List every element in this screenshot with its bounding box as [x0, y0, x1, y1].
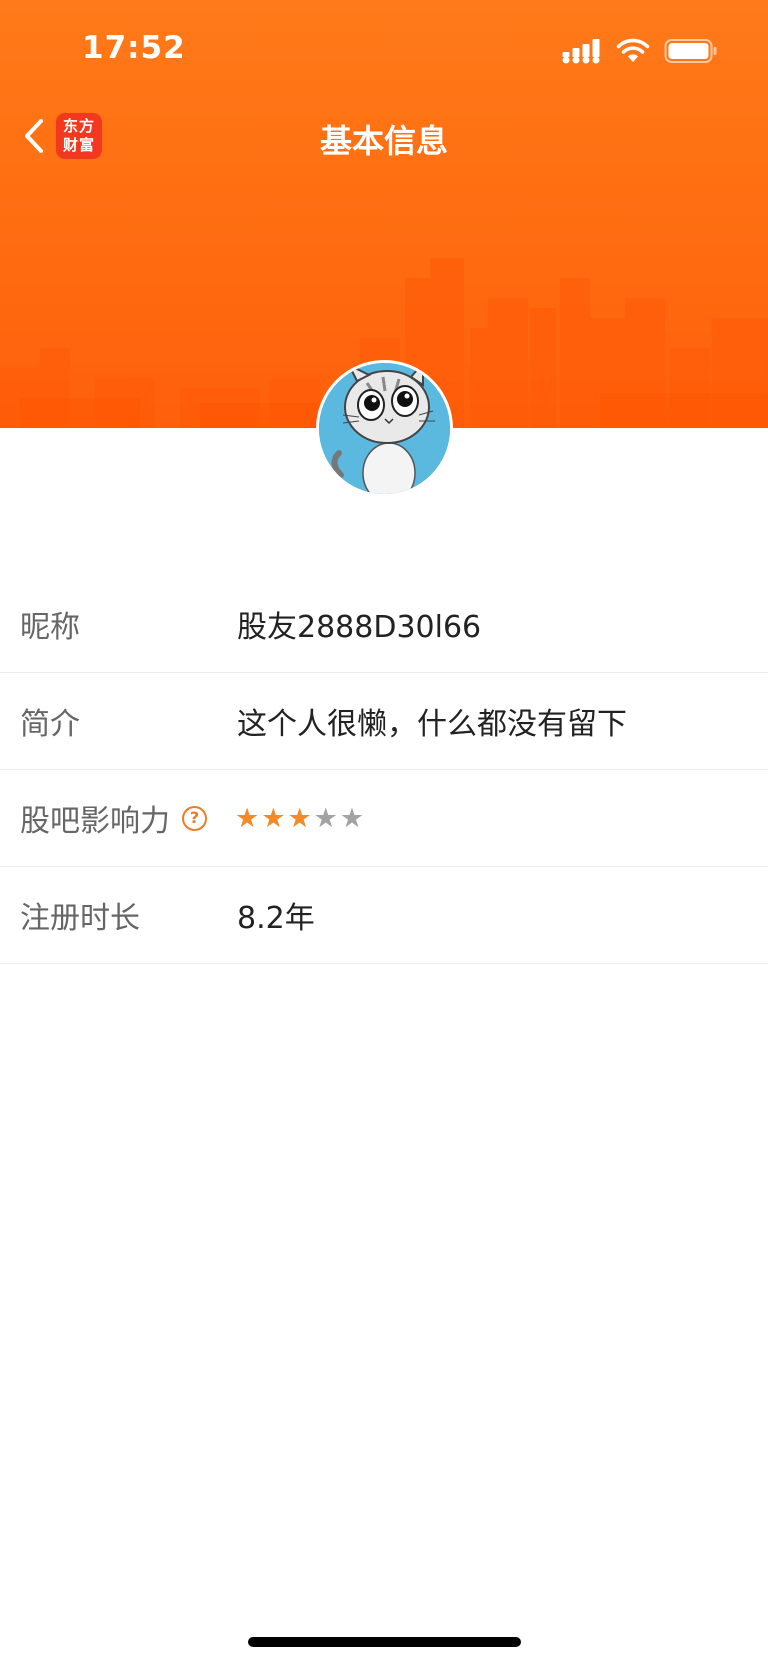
registration-label: 注册时长	[20, 901, 140, 936]
battery-icon	[664, 39, 717, 63]
info-row-influence: 股吧影响力 ? ★ ★ ★ ★ ★	[0, 770, 768, 867]
influence-label-group: 股吧影响力 ?	[20, 796, 207, 840]
bio-value: 这个人很懒，什么都没有留下	[237, 707, 627, 742]
registration-value: 8.2年	[237, 901, 315, 936]
info-row-registration: 注册时长 8.2年	[0, 867, 768, 964]
star-filled-icon: ★	[261, 802, 286, 834]
star-filled-icon: ★	[287, 802, 312, 834]
profile-info-list: 昵称 股友2888D30l66 简介 这个人很懒，什么都没有留下 股吧影响力 ?…	[0, 576, 768, 964]
status-time: 17:52	[82, 30, 186, 66]
star-filled-icon: ★	[235, 802, 260, 834]
signal-icon	[562, 39, 600, 64]
star-empty-icon: ★	[339, 802, 365, 834]
influence-label: 股吧影响力	[20, 804, 170, 839]
star-empty-icon: ★	[313, 802, 338, 834]
wifi-icon	[616, 38, 650, 62]
question-circle-icon[interactable]: ?	[182, 805, 207, 831]
info-row-bio: 简介 这个人很懒，什么都没有留下	[0, 673, 768, 770]
status-icons	[562, 36, 718, 66]
nickname-label: 昵称	[20, 610, 80, 645]
info-row-nickname: 昵称 股友2888D30l66	[0, 576, 768, 673]
status-bar: 17:52	[0, 0, 768, 100]
avatar[interactable]	[316, 360, 453, 497]
cat-avatar-image	[319, 363, 450, 494]
influence-star-rating: ★ ★ ★ ★ ★	[235, 803, 364, 834]
bio-label: 简介	[20, 707, 80, 742]
nickname-value: 股友2888D30l66	[237, 610, 482, 645]
nav-bar: 东方 财富 基本信息	[0, 100, 768, 172]
profile-info-page: 17:52 东方 财富 基本信息 昵称 股友2888D30l66 简介 这个人很…	[0, 0, 768, 1663]
page-title: 基本信息	[319, 122, 448, 160]
home-indicator[interactable]	[248, 1637, 521, 1647]
